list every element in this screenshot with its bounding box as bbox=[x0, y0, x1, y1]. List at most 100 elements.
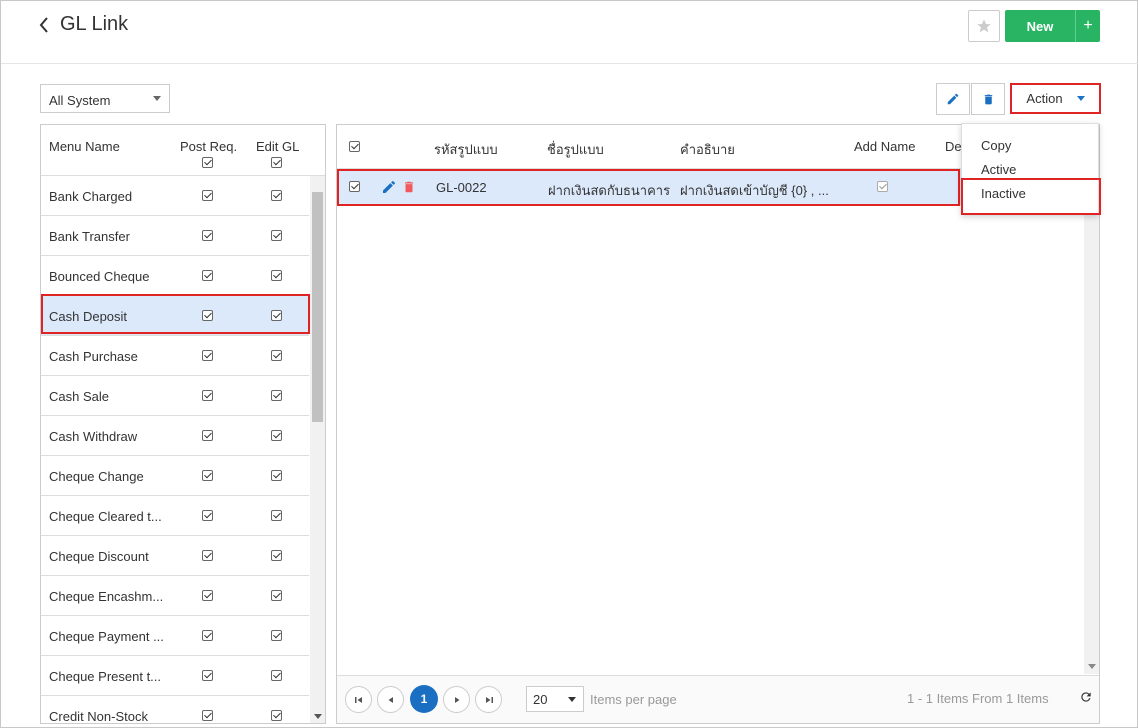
menu-list-item[interactable]: Cheque Present t... bbox=[41, 656, 309, 696]
menu-list-item[interactable]: Cheque Encashm... bbox=[41, 576, 309, 616]
edit-gl-checkbox[interactable] bbox=[271, 350, 282, 361]
first-page-icon bbox=[354, 696, 362, 703]
highlight-box-grid-row bbox=[337, 169, 960, 206]
post-req-checkbox[interactable] bbox=[202, 230, 213, 241]
edit-gl-checkbox[interactable] bbox=[271, 590, 282, 601]
prev-page-button[interactable] bbox=[377, 686, 404, 713]
menu-list-item[interactable]: Bounced Cheque bbox=[41, 256, 309, 296]
menu-list-item[interactable]: Cash Withdraw bbox=[41, 416, 309, 456]
edit-gl-checkbox[interactable] bbox=[271, 430, 282, 441]
delete-button[interactable] bbox=[971, 83, 1005, 115]
post-req-checkbox[interactable] bbox=[202, 470, 213, 481]
back-chevron-icon[interactable] bbox=[37, 15, 51, 35]
last-page-button[interactable] bbox=[475, 686, 502, 713]
menu-name-label: Cheque Payment ... bbox=[49, 629, 164, 644]
action-dropdown-button[interactable]: Action bbox=[1010, 83, 1101, 114]
grid-scrollbar[interactable] bbox=[1084, 169, 1099, 674]
menu-list-item[interactable]: Cheque Payment ... bbox=[41, 616, 309, 656]
prev-page-icon bbox=[388, 696, 393, 703]
edit-gl-checkbox[interactable] bbox=[271, 630, 282, 641]
menu-list-item[interactable]: Cash Sale bbox=[41, 376, 309, 416]
action-menu: Copy Active Inactive bbox=[961, 123, 1101, 215]
column-header-de[interactable]: De bbox=[945, 139, 962, 154]
menu-list-scrollbar[interactable] bbox=[310, 176, 325, 723]
menu-name-label: Cheque Discount bbox=[49, 549, 149, 564]
post-req-checkbox[interactable] bbox=[202, 270, 213, 281]
menu-name-label: Cheque Cleared t... bbox=[49, 509, 162, 524]
menu-name-label: Bounced Cheque bbox=[49, 269, 150, 284]
column-header-add-name[interactable]: Add Name bbox=[854, 139, 915, 154]
post-req-checkbox[interactable] bbox=[202, 510, 213, 521]
post-req-checkbox[interactable] bbox=[202, 710, 213, 721]
caret-down-icon bbox=[1076, 96, 1085, 101]
menu-list-item[interactable]: Bank Charged bbox=[41, 176, 309, 216]
menu-list-header: Menu Name Post Req. Edit GL bbox=[41, 125, 325, 176]
edit-gl-checkbox[interactable] bbox=[271, 710, 282, 721]
edit-gl-checkbox[interactable] bbox=[271, 510, 282, 521]
edit-gl-checkbox[interactable] bbox=[271, 190, 282, 201]
edit-button[interactable] bbox=[936, 83, 970, 115]
highlight-box-selected-row bbox=[41, 294, 310, 334]
menu-list-item[interactable]: Credit Non-Stock bbox=[41, 696, 309, 724]
menu-list-item[interactable]: Cheque Discount bbox=[41, 536, 309, 576]
edit-gl-checkbox[interactable] bbox=[271, 670, 282, 681]
caret-down-icon bbox=[153, 96, 161, 101]
select-all-checkbox[interactable] bbox=[349, 141, 360, 152]
post-req-checkbox[interactable] bbox=[202, 630, 213, 641]
system-filter-select[interactable]: All System bbox=[40, 84, 170, 113]
edit-gl-checkbox[interactable] bbox=[271, 470, 282, 481]
menu-name-label: Bank Charged bbox=[49, 189, 133, 204]
scroll-down-arrow-icon[interactable] bbox=[314, 714, 322, 719]
post-req-checkbox[interactable] bbox=[202, 670, 213, 681]
scrollbar-thumb[interactable] bbox=[312, 192, 323, 422]
post-req-checkbox[interactable] bbox=[202, 190, 213, 201]
menu-name-label: Cash Withdraw bbox=[49, 429, 138, 444]
post-req-checkbox[interactable] bbox=[202, 550, 213, 561]
items-per-page-label: Items per page bbox=[590, 692, 677, 707]
post-req-checkbox[interactable] bbox=[202, 430, 213, 441]
column-header-code[interactable]: รหัสรูปแบบ bbox=[434, 139, 498, 160]
action-label: Action bbox=[1026, 91, 1063, 106]
column-header-menu-name[interactable]: Menu Name bbox=[49, 139, 120, 154]
edit-gl-checkbox[interactable] bbox=[271, 230, 282, 241]
star-icon bbox=[977, 19, 991, 33]
menu-name-label: Cheque Present t... bbox=[49, 669, 162, 684]
new-dropdown-plus-button[interactable]: + bbox=[1075, 10, 1100, 42]
menu-name-label: Cheque Change bbox=[49, 469, 144, 484]
favorite-button[interactable] bbox=[968, 10, 1000, 42]
menu-list-item[interactable]: Bank Transfer bbox=[41, 216, 309, 256]
menu-list-item[interactable]: Cheque Cleared t... bbox=[41, 496, 309, 536]
first-page-button[interactable] bbox=[345, 686, 372, 713]
next-page-button[interactable] bbox=[443, 686, 470, 713]
pager: 1 20 Items per page 1 - 1 Items From 1 I… bbox=[337, 675, 1099, 723]
edit-gl-checkbox[interactable] bbox=[271, 270, 282, 281]
edit-gl-checkbox[interactable] bbox=[271, 390, 282, 401]
page-number-current[interactable]: 1 bbox=[410, 685, 438, 713]
scroll-down-arrow-icon[interactable] bbox=[1088, 664, 1096, 669]
post-req-checkbox[interactable] bbox=[202, 590, 213, 601]
edit-gl-all-checkbox[interactable] bbox=[271, 157, 282, 168]
post-req-all-checkbox[interactable] bbox=[202, 157, 213, 168]
menu-name-label: Bank Transfer bbox=[49, 229, 130, 244]
column-header-description[interactable]: คำอธิบาย bbox=[680, 139, 735, 160]
caret-down-icon bbox=[568, 697, 576, 702]
items-per-page-value: 20 bbox=[533, 692, 548, 707]
refresh-icon[interactable] bbox=[1079, 690, 1093, 704]
menu-item-active[interactable]: Active bbox=[981, 162, 1016, 177]
column-header-edit-gl[interactable]: Edit GL bbox=[256, 139, 299, 154]
menu-item-copy[interactable]: Copy bbox=[981, 138, 1011, 153]
menu-list-item[interactable]: Cheque Change bbox=[41, 456, 309, 496]
last-page-icon bbox=[485, 696, 493, 703]
edit-gl-checkbox[interactable] bbox=[271, 550, 282, 561]
items-per-page-select[interactable]: 20 bbox=[526, 686, 584, 712]
column-header-post-req[interactable]: Post Req. bbox=[180, 139, 237, 154]
new-button[interactable]: New bbox=[1005, 10, 1075, 42]
page-title: GL Link bbox=[60, 13, 129, 35]
menu-name-label: Credit Non-Stock bbox=[49, 709, 148, 724]
menu-list-item[interactable]: Cash Purchase bbox=[41, 336, 309, 376]
pencil-icon bbox=[947, 93, 959, 105]
post-req-checkbox[interactable] bbox=[202, 390, 213, 401]
column-header-name[interactable]: ชื่อรูปแบบ bbox=[547, 139, 604, 160]
menu-item-inactive[interactable]: Inactive bbox=[981, 186, 1026, 201]
post-req-checkbox[interactable] bbox=[202, 350, 213, 361]
